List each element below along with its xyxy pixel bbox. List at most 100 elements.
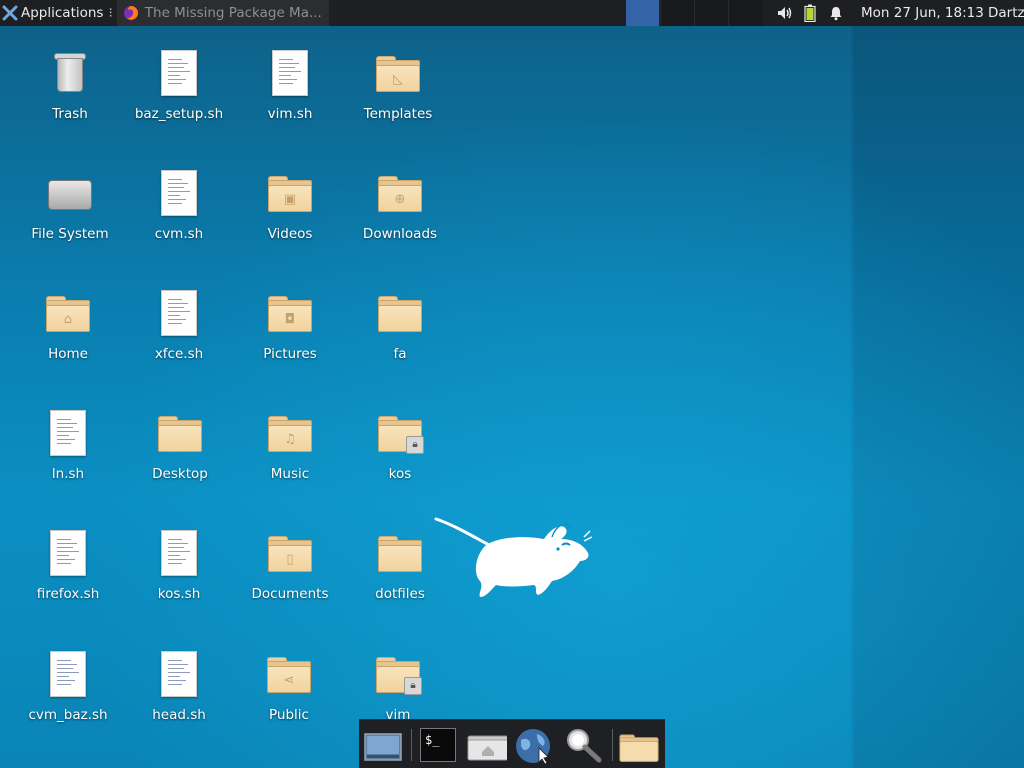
desktop-icon-vim[interactable]: 🔒︎ vim	[343, 651, 453, 723]
desktop-icon-pictures[interactable]: ◘ Pictures	[235, 290, 345, 362]
icon-label: Public	[269, 707, 309, 723]
desktop-icon-kos[interactable]: 🔒︎ kos	[345, 410, 455, 482]
show-desktop-icon[interactable]	[362, 726, 402, 764]
bottom-dock: $_	[359, 719, 665, 768]
terminal-prompt: $_	[425, 733, 440, 747]
app-finder-search-icon[interactable]	[563, 726, 603, 764]
xfce-logo-icon	[2, 5, 18, 21]
icon-label: Desktop	[152, 466, 208, 482]
taskbar-window-title: The Missing Package Ma...	[144, 5, 322, 21]
desktop-icon-firefox-sh[interactable]: firefox.sh	[13, 530, 123, 602]
desktop-icon-kos-sh[interactable]: kos.sh	[124, 530, 234, 602]
home-folder-icon: ⌂	[43, 290, 93, 340]
desktop-icon-xfce-sh[interactable]: xfce.sh	[124, 290, 234, 362]
desktop-icon-cvm-sh[interactable]: cvm.sh	[124, 170, 234, 242]
icon-label: Downloads	[362, 226, 438, 242]
videos-folder-icon: ▣	[265, 170, 315, 220]
downloads-folder-icon: ⊕	[375, 170, 425, 220]
icon-label: baz_setup.sh	[134, 106, 224, 122]
workspace-2[interactable]	[660, 0, 694, 26]
desktop-icon-templates[interactable]: ◺ Templates	[343, 50, 453, 122]
folder-icon	[375, 290, 425, 340]
script-file-icon	[43, 530, 93, 580]
applications-label: Applications	[21, 5, 104, 21]
icon-label: kos.sh	[157, 586, 201, 602]
xfce-mouse-logo	[434, 517, 593, 597]
desktop-icon-videos[interactable]: ▣ Videos	[235, 170, 345, 242]
locked-folder-icon: 🔒︎	[373, 651, 423, 701]
script-file-icon	[154, 290, 204, 340]
dock-separator	[612, 729, 613, 761]
notifications-bell-icon[interactable]	[828, 5, 844, 21]
script-file-icon	[154, 651, 204, 701]
volume-icon[interactable]	[776, 5, 792, 21]
folder-icon	[155, 410, 205, 460]
icon-label: cvm_baz.sh	[28, 707, 108, 723]
icon-label: firefox.sh	[36, 586, 100, 602]
desktop-icon-downloads[interactable]: ⊕ Downloads	[345, 170, 455, 242]
battery-icon[interactable]	[804, 4, 816, 22]
hard-drive-icon	[45, 170, 95, 220]
lock-icon: 🔒︎	[404, 677, 422, 695]
menu-separator-icon: ⁝	[108, 5, 113, 21]
firefox-icon	[123, 6, 138, 20]
desktop-icon-public[interactable]: ⋖ Public	[234, 651, 344, 723]
desktop-icon-ln-sh[interactable]: ln.sh	[13, 410, 123, 482]
script-file-icon	[43, 410, 93, 460]
templates-folder-icon: ◺	[373, 50, 423, 100]
trash-icon	[45, 50, 95, 100]
icon-label: cvm.sh	[154, 226, 204, 242]
desktop-icon-fa[interactable]: fa	[345, 290, 455, 362]
script-file-icon	[265, 50, 315, 100]
icon-label: Documents	[251, 586, 329, 602]
workspace-1[interactable]	[626, 0, 659, 26]
locked-folder-icon: 🔒︎	[375, 410, 425, 460]
desktop-icon-music[interactable]: ♫ Music	[235, 410, 345, 482]
icon-label: vim.sh	[267, 106, 313, 122]
desktop-icon-home[interactable]: ⌂ Home	[13, 290, 123, 362]
workspace-4[interactable]	[728, 0, 763, 26]
desktop-icon-cvm-baz-sh[interactable]: cvm_baz.sh	[13, 651, 123, 723]
icon-label: File System	[31, 226, 109, 242]
icon-label: Templates	[363, 106, 433, 122]
icon-label: Music	[270, 466, 310, 482]
lock-icon: 🔒︎	[406, 436, 424, 454]
desktop-icon-desktop[interactable]: Desktop	[125, 410, 235, 482]
desktop-icon-documents[interactable]: ▯ Documents	[235, 530, 345, 602]
folder-icon	[375, 530, 425, 580]
pictures-folder-icon: ◘	[265, 290, 315, 340]
icon-label: kos	[388, 466, 412, 482]
icon-label: xfce.sh	[154, 346, 204, 362]
icon-label: Trash	[52, 106, 88, 122]
panel-clock[interactable]: Mon 27 Jun, 18:13	[861, 0, 984, 26]
script-file-icon	[154, 530, 204, 580]
desktop-icon-trash[interactable]: Trash	[15, 50, 125, 122]
file-manager-folder-icon[interactable]	[619, 726, 659, 764]
home-folder-dock-icon[interactable]	[467, 726, 507, 764]
icon-label: Home	[48, 346, 88, 362]
system-tray	[776, 0, 844, 26]
dock-separator	[411, 729, 412, 761]
taskbar-window-button[interactable]: The Missing Package Ma...	[116, 0, 329, 26]
icon-label: ln.sh	[51, 466, 85, 482]
icon-label: fa	[393, 346, 407, 362]
icon-label: Videos	[267, 226, 313, 242]
desktop-icon-head-sh[interactable]: head.sh	[124, 651, 234, 723]
icon-label: head.sh	[152, 707, 206, 723]
script-file-icon	[154, 50, 204, 100]
documents-folder-icon: ▯	[265, 530, 315, 580]
music-folder-icon: ♫	[265, 410, 315, 460]
desktop-icon-file-system[interactable]: File System	[15, 170, 125, 242]
applications-menu-button[interactable]: Applications ⁝	[0, 0, 117, 26]
user-menu-button[interactable]: Dartz	[988, 0, 1024, 26]
terminal-icon[interactable]: $_	[420, 728, 456, 762]
script-file-icon	[43, 651, 93, 701]
desktop-icon-vim-sh[interactable]: vim.sh	[235, 50, 345, 122]
web-browser-icon[interactable]	[513, 726, 553, 764]
top-panel: Applications ⁝ The Missing Package Ma...…	[0, 0, 1024, 26]
desktop-icon-baz-setup-sh[interactable]: baz_setup.sh	[124, 50, 234, 122]
workspace-3[interactable]	[694, 0, 728, 26]
icon-label: Pictures	[263, 346, 317, 362]
script-file-icon	[154, 170, 204, 220]
public-folder-icon: ⋖	[264, 651, 314, 701]
